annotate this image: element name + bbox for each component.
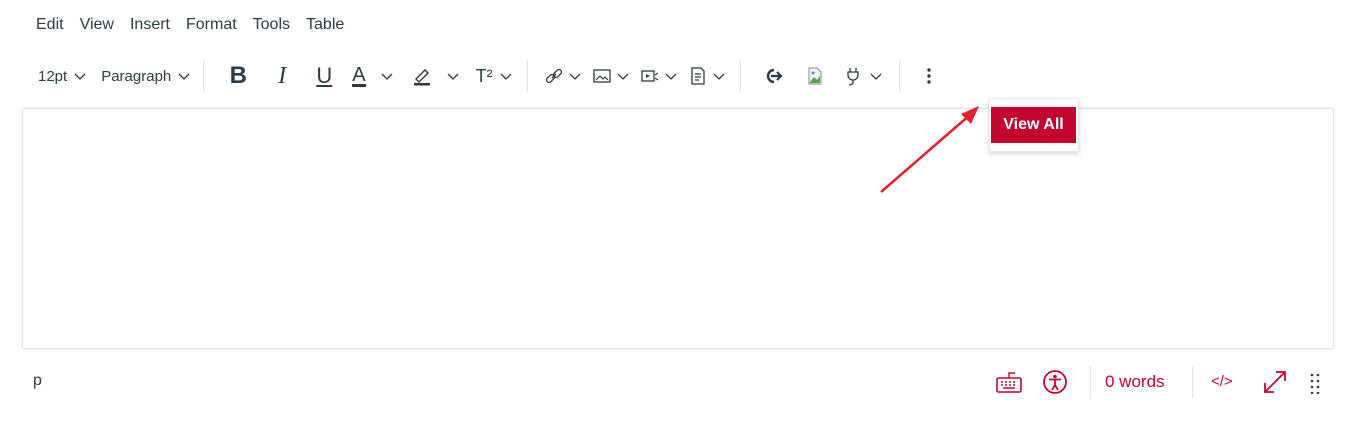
status-divider [1192,366,1193,398]
link-icon [545,68,562,84]
media-button[interactable] [640,59,678,93]
status-divider [1090,366,1091,398]
image-button[interactable] [592,59,630,93]
superscript-label: T² [475,65,493,86]
chevron-down-icon [447,73,459,80]
chevron-down-icon [713,73,725,80]
editor-content-area[interactable] [22,108,1334,349]
chevron-down-icon [617,73,629,80]
word-count[interactable]: 0 words [1105,372,1165,392]
toolbar-divider [739,60,741,92]
toolbar-divider [203,60,205,92]
font-size-dropdown[interactable]: 12pt [30,59,95,93]
document-button[interactable] [688,59,726,93]
italic-label: I [278,62,287,89]
menu-table[interactable]: Table [306,16,344,38]
menu-edit[interactable]: Edit [36,16,64,38]
more-vertical-icon [926,68,931,84]
plugins-button[interactable] [843,59,883,93]
toolbar: 12pt Paragraph B I U A T² [30,58,936,94]
menu-tools[interactable]: Tools [253,16,290,38]
status-bar: p 0 words </> [0,360,1360,406]
drag-handle-icon[interactable] [1310,372,1320,394]
menubar: Edit View Insert Format Tools Table [36,16,344,38]
element-path[interactable]: p [33,372,42,390]
text-color-button[interactable]: A [352,59,393,93]
toolbar-divider [898,60,900,92]
highlighter-icon [413,69,430,86]
chevron-down-icon [870,73,882,80]
bold-button[interactable]: B [222,59,254,93]
view-all-button[interactable]: View All [991,107,1076,143]
menu-insert[interactable]: Insert [130,16,170,38]
view-all-label: View All [1003,116,1064,133]
chevron-down-icon [569,73,581,80]
fullscreen-icon[interactable] [1262,369,1288,395]
accessibility-icon[interactable] [1042,369,1068,395]
font-size-value: 12pt [38,67,68,85]
media-icon [640,70,658,82]
toolbar-divider [526,60,528,92]
link-button[interactable] [544,59,582,93]
html-editor-toggle[interactable]: </> [1211,373,1233,390]
broken-image-button[interactable] [805,59,825,93]
document-icon [690,67,705,85]
highlight-color-button[interactable] [412,59,460,93]
underline-label: U [316,63,333,88]
italic-button[interactable]: I [266,59,298,93]
menu-view[interactable]: View [80,16,114,38]
block-format-value: Paragraph [101,67,172,85]
lti-apps-button[interactable] [763,59,783,93]
chevron-down-icon [500,73,512,80]
chevron-down-icon [665,73,677,80]
chevron-down-icon [74,73,86,80]
lti-apps-icon [766,68,783,84]
broken-image-icon [808,67,822,85]
more-options-button[interactable] [922,59,936,93]
annotation-arrow-icon [880,106,979,193]
block-format-dropdown[interactable]: Paragraph [95,59,203,93]
superscript-button[interactable]: T² [476,59,513,93]
chevron-down-icon [178,73,190,80]
image-icon [592,69,611,83]
bold-label: B [229,62,247,89]
menu-format[interactable]: Format [186,16,237,38]
plugins-tooltip: View All [989,98,1079,152]
text-color-label: A [352,63,366,87]
chevron-down-icon [381,73,393,80]
keyboard-icon[interactable] [995,370,1023,394]
plug-icon [846,68,859,86]
underline-button[interactable]: U [308,59,340,93]
